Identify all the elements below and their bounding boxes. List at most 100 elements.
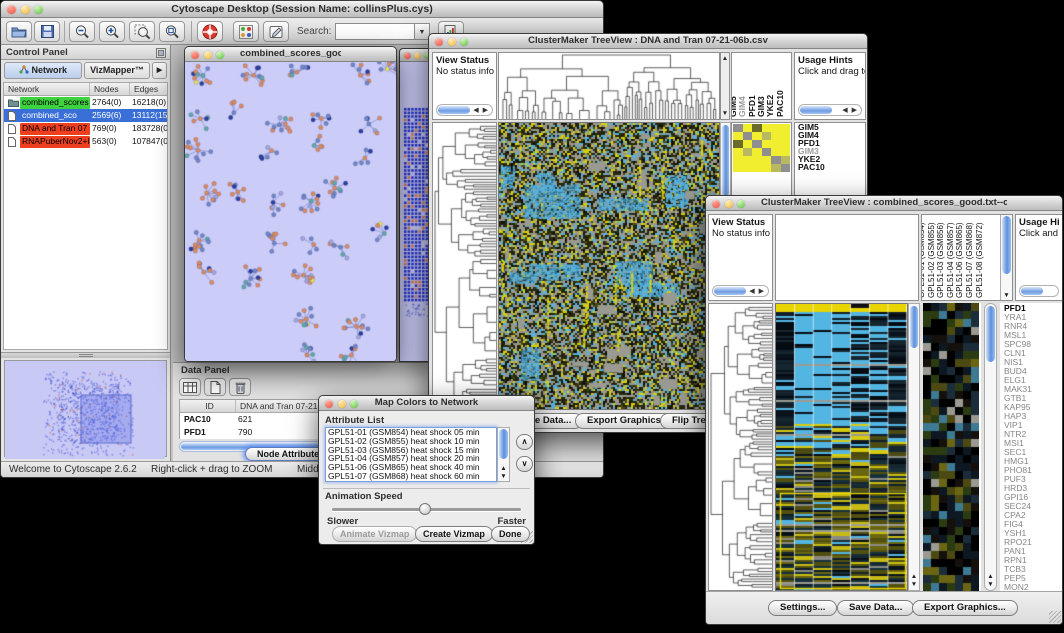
close-button[interactable] — [325, 400, 333, 408]
scroll-thumb[interactable] — [1021, 287, 1043, 295]
minimize-button[interactable] — [414, 52, 421, 59]
col-network[interactable]: Network — [4, 83, 90, 95]
matrix-cell[interactable] — [762, 140, 772, 148]
main-titlebar[interactable]: Cytoscape Desktop (Session Name: collins… — [1, 1, 603, 18]
view-status-scrollbar[interactable]: ◀ ▶ — [712, 285, 769, 297]
tree-scroll-strip[interactable]: ▲ ▼ — [720, 52, 730, 120]
matrix-cell[interactable] — [733, 156, 743, 164]
matrix-cell[interactable] — [733, 148, 743, 156]
zoom-heatmap-canvas[interactable] — [923, 303, 979, 591]
open-session-button[interactable] — [6, 21, 32, 42]
network-view-titlebar[interactable]: combined_scores_good.txt--cluste... — [185, 47, 396, 62]
vscroll-thumb[interactable] — [1002, 216, 1011, 274]
row-dendrogram-panel[interactable] — [432, 122, 497, 410]
network-overview-canvas[interactable] — [5, 361, 165, 459]
vscroll-thumb[interactable] — [986, 306, 995, 362]
correlation-matrix[interactable] — [733, 124, 790, 172]
attribute-list-vscrollbar[interactable]: ▲ ▼ — [497, 427, 510, 482]
vscroll-thumb[interactable] — [910, 306, 918, 348]
vscroll-thumb[interactable] — [722, 125, 729, 197]
network-table-row[interactable]: DNA and Tran 07769(0)183728(0) — [4, 122, 167, 135]
row-dendrogram-canvas[interactable] — [709, 304, 772, 590]
treeview-dna-titlebar[interactable]: ClusterMaker TreeView : DNA and Tran 07-… — [429, 34, 867, 49]
view-status-scrollbar[interactable]: ◀ ▶ — [436, 104, 493, 116]
arrow-up-icon[interactable]: ▲ — [909, 573, 919, 580]
matrix-cell[interactable] — [762, 124, 772, 132]
matrix-cell[interactable] — [771, 124, 781, 132]
minimize-button[interactable] — [448, 38, 456, 46]
column-dendrogram-panel[interactable] — [498, 52, 720, 120]
matrix-cell[interactable] — [781, 148, 791, 156]
column-dendrogram-canvas[interactable] — [499, 53, 719, 119]
move-down-button[interactable]: ∨ — [516, 456, 533, 472]
matrix-cell[interactable] — [733, 140, 743, 148]
dna-heatmap-panel[interactable] — [498, 122, 720, 410]
arrow-up-icon[interactable]: ▲ — [985, 573, 996, 580]
matrix-cell[interactable] — [733, 124, 743, 132]
gene-label-list[interactable]: PFD1YRA1RNR4MSL1SPC98CLN1NIS1BUD4ELG1MAK… — [1000, 303, 1063, 591]
annotation-tool-button[interactable] — [263, 21, 289, 42]
zoom-in-button[interactable] — [99, 21, 125, 42]
matrix-cell[interactable] — [771, 156, 781, 164]
close-button[interactable] — [7, 5, 16, 14]
matrix-cell[interactable] — [762, 156, 772, 164]
scroll-arrows-icon[interactable]: ◀ ▶ — [473, 106, 489, 115]
settings-button[interactable]: Settings... — [768, 600, 837, 616]
network-canvas[interactable] — [185, 62, 396, 361]
zoom-heatmap-vscrollbar[interactable]: ▲ ▼ — [984, 303, 997, 591]
scroll-arrows-icon[interactable]: ◀ ▶ — [749, 287, 765, 296]
tab-network[interactable]: Network — [4, 62, 82, 79]
panel-divider[interactable] — [1, 352, 170, 358]
zoom-selected-button[interactable] — [129, 21, 155, 42]
col-edges[interactable]: Edges — [130, 83, 167, 95]
matrix-cell[interactable] — [752, 156, 762, 164]
matrix-cell[interactable] — [771, 164, 781, 172]
matrix-cell[interactable] — [781, 164, 791, 172]
matrix-row-label[interactable]: PAC10 — [795, 163, 865, 171]
matrix-cell[interactable] — [752, 124, 762, 132]
arrow-down-icon[interactable]: ▼ — [909, 581, 919, 588]
dialog-titlebar[interactable]: Map Colors to Network — [319, 396, 534, 411]
arrow-up-icon[interactable]: ▲ — [498, 465, 509, 472]
attribute-list[interactable]: GPL51-01 (GSM854) heat shock 05 minGPL51… — [325, 427, 497, 482]
create-vizmap-button[interactable]: Create Vizmap — [415, 526, 493, 542]
combined-heatmap-panel[interactable] — [775, 303, 908, 591]
save-session-button[interactable] — [34, 21, 60, 42]
matrix-cell[interactable] — [781, 132, 791, 140]
done-button[interactable]: Done — [491, 526, 530, 542]
delete-attribute-button[interactable] — [229, 378, 251, 396]
zoom-column-labels-panel[interactable]: GPL51-01 (GSM854)GPL51-02 (GSM855)GPL51-… — [921, 214, 1013, 301]
arrow-down-icon[interactable]: ▼ — [1001, 292, 1012, 299]
zoom-window-button[interactable] — [350, 400, 358, 408]
matrix-cell[interactable] — [781, 156, 791, 164]
help-button[interactable] — [197, 21, 223, 42]
close-button[interactable] — [435, 38, 443, 46]
animation-speed-slider[interactable] — [332, 508, 521, 511]
dna-heatmap-canvas[interactable] — [499, 123, 719, 409]
scroll-thumb[interactable] — [800, 106, 832, 114]
matrix-cell[interactable] — [752, 148, 762, 156]
tab-overflow-button[interactable]: ▶ — [152, 62, 167, 79]
resize-grip-icon[interactable] — [1049, 611, 1061, 623]
minimize-button[interactable] — [338, 400, 346, 408]
network-overview-panel[interactable] — [4, 360, 167, 457]
arrow-down-icon[interactable]: ▼ — [721, 110, 729, 117]
matrix-cell[interactable] — [743, 164, 753, 172]
column-labels-vscrollbar[interactable]: ▼ — [1000, 215, 1012, 300]
zoom-window-button[interactable] — [216, 51, 224, 59]
col-nodes[interactable]: Nodes — [90, 83, 130, 95]
minimize-button[interactable] — [21, 5, 30, 14]
matrix-cell[interactable] — [743, 124, 753, 132]
network-table-row[interactable]: combined_sco2569(6)13112(15) — [4, 109, 167, 122]
matrix-cell[interactable] — [752, 140, 762, 148]
matrix-cell[interactable] — [762, 164, 772, 172]
matrix-cell[interactable] — [762, 132, 772, 140]
attribute-item[interactable]: GPL51-07 (GSM868) heat shock 60 min — [326, 472, 496, 481]
close-button[interactable] — [712, 200, 720, 208]
col-id[interactable]: ID — [180, 400, 236, 412]
matrix-cell[interactable] — [733, 164, 743, 172]
network-table-row[interactable]: RNAPuberNov2+I563(0)107847(0) — [4, 135, 167, 148]
matrix-cell[interactable] — [733, 132, 743, 140]
matrix-cell[interactable] — [743, 148, 753, 156]
matrix-cell[interactable] — [771, 132, 781, 140]
